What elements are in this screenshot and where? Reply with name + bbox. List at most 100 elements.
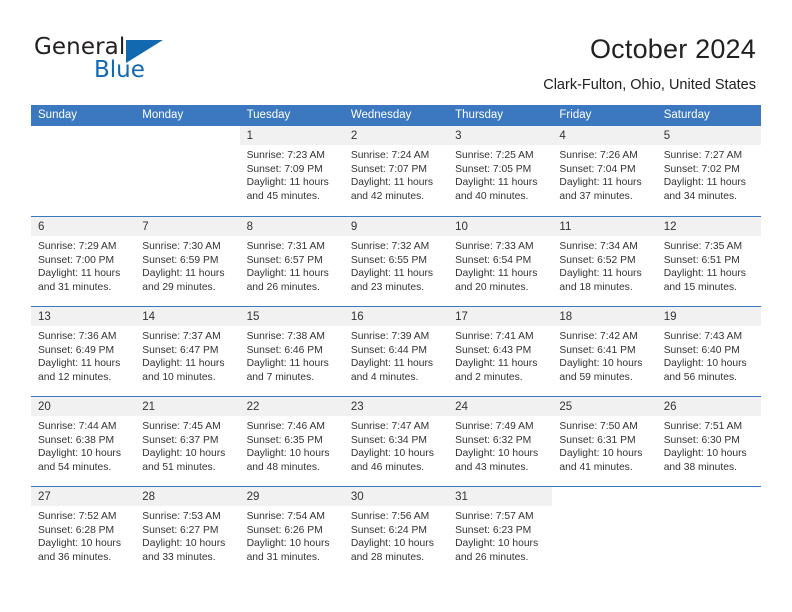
- daylight-text-line2: and 7 minutes.: [246, 371, 315, 383]
- daylight-text-line1: Daylight: 11 hours: [350, 268, 434, 280]
- day-details: Sunrise: 7:26 AM Sunset: 7:04 PM Daylight:…: [552, 145, 656, 203]
- day-cell[interactable]: 3 Sunrise: 7:25 AM Sunset: 7:05 PM Daylight…: [448, 126, 553, 216]
- day-number-strip: 14: [135, 307, 240, 326]
- sunset-text: Sunset: 6:49 PM: [38, 344, 115, 356]
- day-cell[interactable]: 7 Sunrise: 7:30 AM Sunset: 6:59 PM Daylight…: [135, 217, 240, 306]
- day-cell[interactable]: 5 Sunrise: 7:27 AM Sunset: 7:02 PM Daylight…: [656, 126, 761, 216]
- day-cell[interactable]: 31 Sunrise: 7:57 AM Sunset: 6:23 PM Dayligh…: [448, 487, 553, 576]
- day-number: 10: [455, 221, 468, 233]
- daylight-text-line1: Daylight: 10 hours: [663, 358, 747, 370]
- day-cell[interactable]: 6 Sunrise: 7:29 AM Sunset: 7:00 PM Daylight…: [31, 217, 136, 306]
- day-number: 6: [38, 221, 45, 233]
- day-details: Sunrise: 7:27 AM Sunset: 7:02 PM Daylight:…: [657, 145, 761, 203]
- day-cell[interactable]: 4 Sunrise: 7:26 AM Sunset: 7:04 PM Daylight…: [552, 126, 657, 216]
- day-number: 23: [350, 401, 364, 413]
- daylight-text-line1: Daylight: 11 hours: [455, 358, 538, 370]
- day-cell[interactable]: 26 Sunrise: 7:51 AM Sunset: 6:30 PM Dayligh…: [656, 397, 761, 486]
- day-cell[interactable]: 18 Sunrise: 7:42 AM Sunset: 6:41 PM Dayligh…: [552, 307, 657, 396]
- sunset-text: Sunset: 6:40 PM: [663, 344, 740, 356]
- day-cell[interactable]: 8 Sunrise: 7:31 AM Sunset: 6:57 PM Daylight…: [239, 217, 344, 306]
- day-number-strip: 6: [31, 217, 136, 236]
- day-number-strip: 13: [31, 307, 136, 326]
- day-cell[interactable]: 11 Sunrise: 7:34 AM Sunset: 6:52 PM Dayligh…: [552, 217, 657, 306]
- day-details: Sunrise: 7:35 AM Sunset: 6:51 PM Daylight:…: [657, 236, 761, 294]
- daylight-text-line2: and 31 minutes.: [246, 551, 320, 563]
- daylight-text-line1: Daylight: 10 hours: [350, 448, 434, 460]
- day-details: Sunrise: 7:37 AM Sunset: 6:47 PM Daylight:…: [135, 326, 239, 384]
- day-cell[interactable]: 28 Sunrise: 7:53 AM Sunset: 6:27 PM Dayligh…: [135, 487, 240, 576]
- sunset-text: Sunset: 6:23 PM: [455, 524, 532, 536]
- sunrise-text: Sunrise: 7:44 AM: [38, 421, 117, 432]
- day-number: 22: [246, 401, 260, 413]
- day-cell[interactable]: 30 Sunrise: 7:56 AM Sunset: 6:24 PM Dayligh…: [343, 487, 449, 576]
- day-details: Sunrise: 7:56 AM Sunset: 6:24 PM Daylight:…: [344, 506, 448, 564]
- day-cell[interactable]: 1 Sunrise: 7:23 AM Sunset: 7:09 PM Daylight…: [239, 126, 344, 216]
- day-number-strip: 28: [135, 487, 240, 506]
- sunrise-text: Sunrise: 7:41 AM: [455, 331, 534, 342]
- day-cell[interactable]: 20 Sunrise: 7:44 AM Sunset: 6:38 PM Dayligh…: [31, 397, 136, 486]
- sunrise-text: Sunrise: 7:56 AM: [350, 511, 430, 522]
- day-number: 26: [663, 401, 677, 413]
- sunrise-text: Sunrise: 7:31 AM: [246, 241, 325, 252]
- day-number-strip: 8: [239, 217, 344, 236]
- day-cell[interactable]: 13 Sunrise: 7:36 AM Sunset: 6:49 PM Dayligh…: [31, 307, 136, 396]
- sunset-text: Sunset: 6:28 PM: [38, 524, 115, 536]
- daylight-text-line2: and 42 minutes.: [350, 190, 425, 202]
- day-cell[interactable]: 25 Sunrise: 7:50 AM Sunset: 6:31 PM Dayligh…: [552, 397, 657, 486]
- day-number: 16: [350, 311, 364, 323]
- day-cell[interactable]: 19 Sunrise: 7:43 AM Sunset: 6:40 PM Dayligh…: [656, 307, 761, 396]
- day-cell[interactable]: 2 Sunrise: 7:24 AM Sunset: 7:07 PM Daylight…: [343, 126, 449, 216]
- calendar-weeks: 1 Sunrise: 7:23 AM Sunset: 7:09 PM Daylight…: [31, 126, 761, 576]
- sunrise-text: Sunrise: 7:33 AM: [455, 241, 534, 252]
- day-cell[interactable]: 29 Sunrise: 7:54 AM Sunset: 6:26 PM Dayligh…: [239, 487, 344, 576]
- day-cell[interactable]: 17 Sunrise: 7:41 AM Sunset: 6:43 PM Dayligh…: [448, 307, 553, 396]
- general-blue-logo[interactable]: General Blue: [34, 34, 224, 84]
- daylight-text-line1: Daylight: 10 hours: [142, 538, 226, 550]
- sunrise-text: Sunrise: 7:53 AM: [142, 511, 221, 522]
- sunset-text: Sunset: 7:07 PM: [350, 163, 427, 175]
- day-cell[interactable]: 24 Sunrise: 7:49 AM Sunset: 6:32 PM Dayligh…: [448, 397, 553, 486]
- sunrise-text: Sunrise: 7:42 AM: [559, 331, 638, 342]
- daylight-text-line1: Daylight: 10 hours: [559, 448, 643, 460]
- daylight-text-line1: Daylight: 11 hours: [350, 177, 434, 189]
- calendar-grid: Sunday Monday Tuesday Wednesday Thursday Frid…: [31, 105, 761, 576]
- sunset-text: Sunset: 6:41 PM: [559, 344, 636, 356]
- day-number: 18: [559, 311, 573, 323]
- day-cell-empty: [656, 487, 761, 576]
- day-number: 25: [559, 401, 573, 413]
- day-cell[interactable]: 10 Sunrise: 7:33 AM Sunset: 6:54 PM Dayligh…: [448, 217, 553, 306]
- day-cell[interactable]: 27 Sunrise: 7:52 AM Sunset: 6:28 PM Dayligh…: [31, 487, 136, 576]
- day-cell-empty: [31, 126, 136, 216]
- daylight-text-line2: and 18 minutes.: [559, 281, 633, 293]
- day-cell[interactable]: 9 Sunrise: 7:32 AM Sunset: 6:55 PM Daylight…: [343, 217, 449, 306]
- sunrise-text: Sunrise: 7:23 AM: [246, 150, 325, 161]
- day-cell[interactable]: 12 Sunrise: 7:35 AM Sunset: 6:51 PM Dayligh…: [656, 217, 761, 306]
- sunset-text: Sunset: 7:02 PM: [663, 163, 740, 175]
- sunrise-text: Sunrise: 7:32 AM: [350, 241, 430, 252]
- day-cell[interactable]: 16 Sunrise: 7:39 AM Sunset: 6:44 PM Dayligh…: [343, 307, 449, 396]
- day-number-strip: 20: [31, 397, 136, 416]
- sunrise-text: Sunrise: 7:43 AM: [663, 331, 743, 342]
- daylight-text-line2: and 10 minutes.: [142, 371, 216, 383]
- sunrise-text: Sunrise: 7:25 AM: [455, 150, 534, 161]
- logo-text-blue: Blue: [94, 57, 145, 83]
- sunrise-text: Sunrise: 7:29 AM: [38, 241, 117, 252]
- day-number: 30: [350, 491, 364, 503]
- sunset-text: Sunset: 6:37 PM: [142, 434, 219, 446]
- daylight-text-line2: and 56 minutes.: [663, 371, 737, 383]
- daylight-text-line1: Daylight: 11 hours: [38, 358, 121, 370]
- day-details: Sunrise: 7:39 AM Sunset: 6:44 PM Daylight:…: [344, 326, 448, 384]
- day-cell[interactable]: 15 Sunrise: 7:38 AM Sunset: 6:46 PM Dayligh…: [239, 307, 344, 396]
- daylight-text-line2: and 38 minutes.: [663, 461, 737, 473]
- sunset-text: Sunset: 6:43 PM: [455, 344, 532, 356]
- day-details: Sunrise: 7:25 AM Sunset: 7:05 PM Daylight:…: [448, 145, 552, 203]
- daylight-text-line1: Daylight: 10 hours: [663, 448, 747, 460]
- day-cell[interactable]: 22 Sunrise: 7:46 AM Sunset: 6:35 PM Dayligh…: [239, 397, 344, 486]
- day-details: Sunrise: 7:41 AM Sunset: 6:43 PM Daylight:…: [448, 326, 552, 384]
- day-cell[interactable]: 14 Sunrise: 7:37 AM Sunset: 6:47 PM Dayligh…: [135, 307, 240, 396]
- day-cell[interactable]: 23 Sunrise: 7:47 AM Sunset: 6:34 PM Dayligh…: [343, 397, 449, 486]
- day-cell[interactable]: 21 Sunrise: 7:45 AM Sunset: 6:37 PM Dayligh…: [135, 397, 240, 486]
- day-number-strip: 17: [448, 307, 553, 326]
- day-number-strip: 27: [31, 487, 136, 506]
- page-subtitle-location: Clark-Fulton, Ohio, United States: [543, 77, 756, 93]
